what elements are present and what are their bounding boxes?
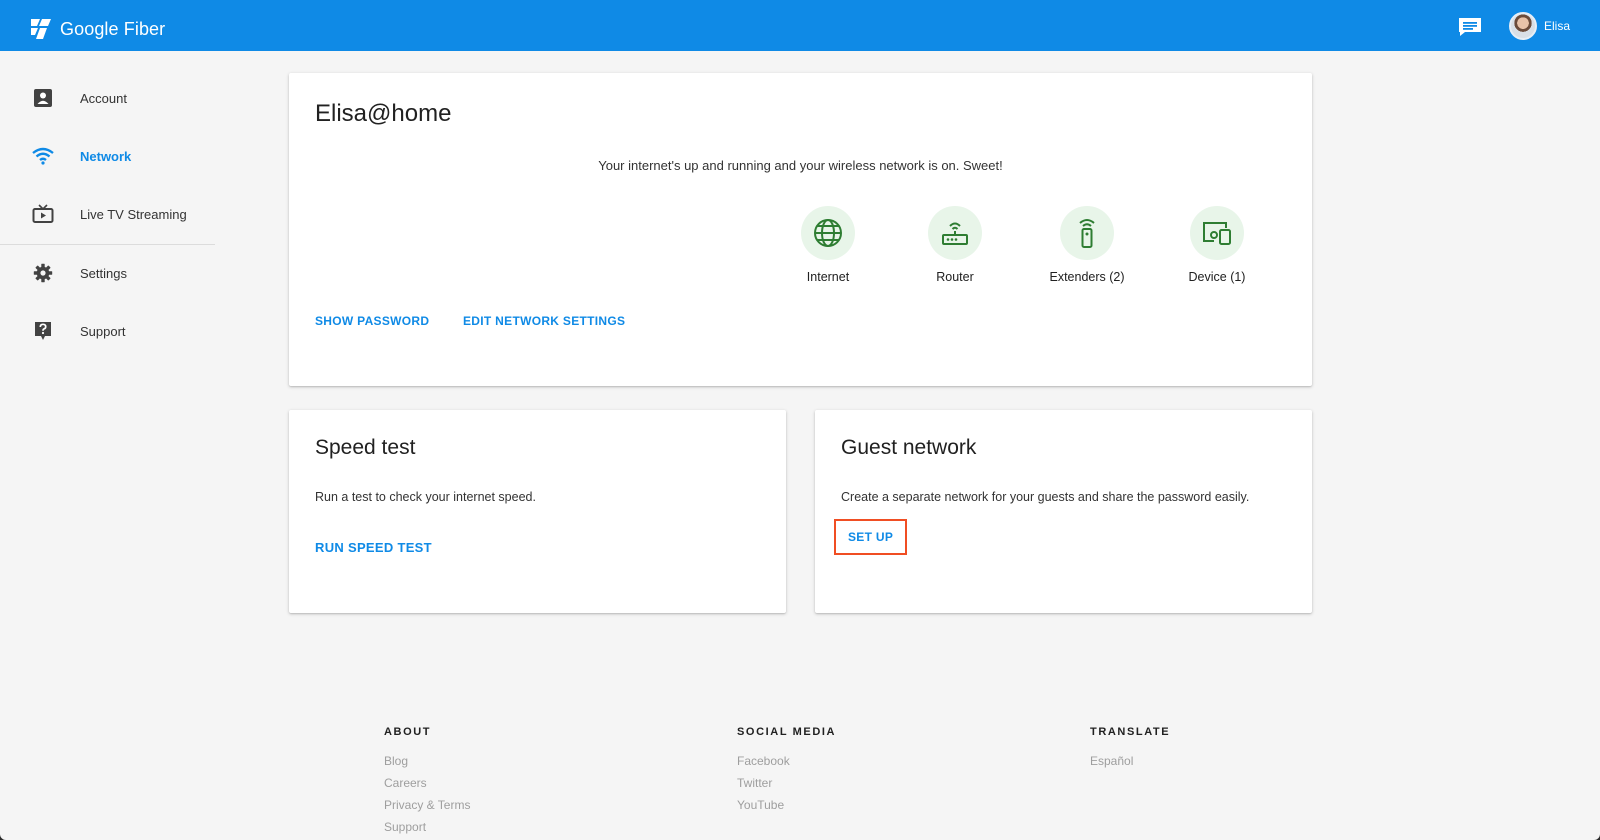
sidebar-item-support[interactable]: Support xyxy=(0,311,215,351)
show-password-button[interactable]: SHOW PASSWORD xyxy=(315,314,429,328)
run-speed-test-button[interactable]: RUN SPEED TEST xyxy=(315,540,432,555)
guest-network-title: Guest network xyxy=(841,436,977,459)
router-icon xyxy=(928,206,982,260)
footer-heading: ABOUT xyxy=(384,726,432,738)
top-bar: Google Fiber Elisa xyxy=(0,0,1600,51)
network-status-card: Elisa@home Your internet's up and runnin… xyxy=(289,73,1312,386)
google-fiber-logo-icon xyxy=(31,19,51,39)
footer-link-blog[interactable]: Blog xyxy=(384,754,470,768)
sidebar-item-network[interactable]: Network xyxy=(0,136,215,176)
globe-icon xyxy=(801,206,855,260)
sidebar-item-label: Support xyxy=(80,323,126,339)
footer-link-privacy-terms[interactable]: Privacy & Terms xyxy=(384,798,470,812)
sidebar-item-account[interactable]: Account xyxy=(0,78,215,118)
footer-link-twitter[interactable]: Twitter xyxy=(737,776,836,790)
footer: ABOUT Blog Careers Privacy & Terms Suppo… xyxy=(0,700,1600,840)
speed-test-description: Run a test to check your internet speed. xyxy=(315,490,536,504)
brand-logo[interactable]: Google Fiber xyxy=(30,17,165,41)
footer-about: ABOUT Blog Careers Privacy & Terms Suppo… xyxy=(384,726,470,840)
footer-heading: TRANSLATE xyxy=(1090,726,1171,738)
node-label: Device (1) xyxy=(1188,270,1246,284)
footer-link-facebook[interactable]: Facebook xyxy=(737,754,836,768)
network-topology: Internet Router Extenders (2) Device (1) xyxy=(289,206,1312,296)
node-label: Extenders (2) xyxy=(1049,270,1125,284)
footer-heading: SOCIAL MEDIA xyxy=(737,726,837,738)
sidebar-item-live-tv[interactable]: Live TV Streaming xyxy=(0,194,215,234)
extender-icon xyxy=(1060,206,1114,260)
footer-link-careers[interactable]: Careers xyxy=(384,776,470,790)
footer-link-support[interactable]: Support xyxy=(384,820,470,834)
chat-icon[interactable] xyxy=(1457,16,1483,38)
set-up-guest-network-button[interactable]: SET UP xyxy=(848,530,893,544)
guest-network-description: Create a separate network for your guest… xyxy=(841,490,1250,504)
node-devices[interactable]: Device (1) xyxy=(1157,206,1277,284)
node-extenders[interactable]: Extenders (2) xyxy=(1027,206,1147,284)
sidebar-item-label: Network xyxy=(80,148,132,164)
node-label: Internet xyxy=(806,270,850,284)
node-label: Router xyxy=(936,270,974,284)
tv-icon xyxy=(32,203,54,225)
avatar[interactable] xyxy=(1509,12,1537,40)
footer-link-espanol[interactable]: Español xyxy=(1090,754,1170,768)
sidebar-item-label: Live TV Streaming xyxy=(80,206,187,222)
sidebar-item-settings[interactable]: Settings xyxy=(0,253,215,293)
network-status-message: Your internet's up and running and your … xyxy=(598,158,1003,173)
network-name: Elisa@home xyxy=(315,100,452,127)
guest-network-card: Guest network Create a separate network … xyxy=(815,410,1312,613)
gear-icon xyxy=(32,262,54,284)
user-name[interactable]: Elisa xyxy=(1544,19,1570,33)
speed-test-card: Speed test Run a test to check your inte… xyxy=(289,410,786,613)
sidebar-item-label: Settings xyxy=(80,265,127,281)
devices-icon xyxy=(1190,206,1244,260)
node-router[interactable]: Router xyxy=(895,206,1015,284)
footer-social-media: SOCIAL MEDIA Facebook Twitter YouTube xyxy=(737,726,836,820)
help-icon xyxy=(32,320,54,342)
sidebar-item-label: Account xyxy=(80,90,127,106)
footer-translate: TRANSLATE Español xyxy=(1090,726,1170,776)
sidebar-divider xyxy=(0,244,215,245)
brand-name: Google Fiber xyxy=(60,18,166,39)
browser-window: Google Fiber Elisa Account Network Live … xyxy=(0,0,1600,840)
footer-link-youtube[interactable]: YouTube xyxy=(737,798,836,812)
speed-test-title: Speed test xyxy=(315,436,416,459)
node-internet[interactable]: Internet xyxy=(768,206,888,284)
edit-network-settings-button[interactable]: EDIT NETWORK SETTINGS xyxy=(463,314,625,328)
wifi-icon xyxy=(32,145,54,167)
account-box-icon xyxy=(32,87,54,109)
